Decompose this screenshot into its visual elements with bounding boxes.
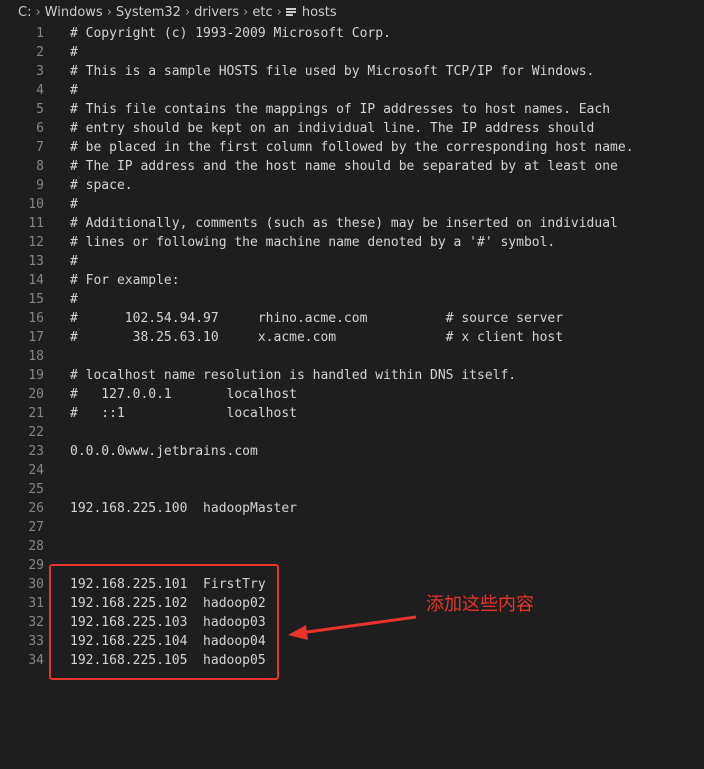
chevron-right-icon: ›	[243, 4, 249, 20]
code-line[interactable]: 16 # 102.54.94.97 rhino.acme.com # source…	[0, 309, 704, 328]
line-number: 22	[28, 425, 44, 440]
line-number: 12	[28, 235, 44, 250]
code-line[interactable]: 2 #	[0, 43, 704, 62]
code-line[interactable]: 10 #	[0, 195, 704, 214]
code-line[interactable]: 19 # localhost name resolution is handled…	[0, 366, 704, 385]
line-number: 11	[28, 216, 44, 231]
chevron-right-icon: ›	[184, 4, 191, 20]
line-number: 32	[28, 615, 44, 630]
code-line[interactable]: 9 # space.	[0, 176, 704, 195]
breadcrumb-windows[interactable]: Windows	[45, 5, 103, 20]
line-number: 7	[36, 140, 44, 155]
line-text[interactable]: # lines or following the machine name de…	[70, 233, 555, 252]
code-line[interactable]: 1 # Copyright (c) 1993-2009 Microsoft Cor…	[0, 24, 704, 43]
line-number: 6	[36, 121, 44, 136]
line-number: 28	[28, 539, 44, 554]
breadcrumb-drive[interactable]: C:	[18, 5, 31, 20]
highlight-box	[49, 564, 279, 680]
chevron-right-icon: ›	[276, 4, 282, 20]
breadcrumb: C: › Windows › System32 › drivers › etc …	[0, 0, 704, 24]
line-number: 15	[28, 292, 44, 307]
line-text[interactable]: # Additionally, comments (such as these)…	[70, 214, 618, 233]
code-line[interactable]: 22	[0, 423, 704, 442]
line-number: 19	[28, 368, 44, 383]
breadcrumb-drivers[interactable]: drivers	[194, 5, 239, 20]
line-number: 5	[36, 102, 44, 117]
code-line[interactable]: 12 # lines or following the machine name …	[0, 233, 704, 252]
code-line[interactable]: 7 # be placed in the first column followe…	[0, 138, 704, 157]
line-text[interactable]: #	[70, 43, 78, 62]
line-text[interactable]: # For example:	[70, 271, 180, 290]
code-line[interactable]: 27	[0, 518, 704, 537]
line-text[interactable]: # entry should be kept on an individual …	[70, 119, 594, 138]
code-line[interactable]: 5 # This file contains the mappings of IP…	[0, 100, 704, 119]
code-line[interactable]: 21 # ::1 localhost	[0, 404, 704, 423]
line-number: 27	[28, 520, 44, 535]
line-text[interactable]: # 102.54.94.97 rhino.acme.com # source s…	[70, 309, 563, 328]
line-number: 1	[36, 26, 44, 41]
line-text[interactable]: # 127.0.0.1 localhost	[70, 385, 297, 404]
code-line[interactable]: 4 #	[0, 81, 704, 100]
line-number: 4	[36, 83, 44, 98]
code-line[interactable]: 24	[0, 461, 704, 480]
code-line[interactable]: 3 # This is a sample HOSTS file used by M…	[0, 62, 704, 81]
line-number: 8	[36, 159, 44, 174]
line-text[interactable]: #	[70, 290, 78, 309]
code-line[interactable]: 18	[0, 347, 704, 366]
line-text[interactable]: # localhost name resolution is handled w…	[70, 366, 516, 385]
line-number: 18	[28, 349, 44, 364]
line-number: 30	[28, 577, 44, 592]
line-text[interactable]: # Copyright (c) 1993-2009 Microsoft Corp…	[70, 24, 391, 43]
breadcrumb-system32[interactable]: System32	[116, 5, 181, 20]
line-number: 14	[28, 273, 44, 288]
line-number: 23	[28, 444, 44, 459]
line-text[interactable]: # The IP address and the host name shoul…	[70, 157, 618, 176]
code-line[interactable]: 17 # 38.25.63.10 x.acme.com # x client ho…	[0, 328, 704, 347]
line-number: 20	[28, 387, 44, 402]
breadcrumb-etc[interactable]: etc	[252, 5, 272, 20]
chevron-right-icon: ›	[106, 4, 112, 20]
breadcrumb-file-hosts[interactable]: hosts	[302, 5, 337, 20]
line-number: 24	[28, 463, 44, 478]
line-number: 10	[28, 197, 44, 212]
code-line[interactable]: 11 # Additionally, comments (such as thes…	[0, 214, 704, 233]
list-lines-icon	[285, 7, 296, 17]
line-text[interactable]: # This file contains the mappings of IP …	[70, 100, 610, 119]
line-number: 21	[28, 406, 44, 421]
line-number: 2	[36, 45, 44, 60]
annotation-label: 添加这些内容	[426, 594, 534, 615]
code-line[interactable]: 26 192.168.225.100 hadoopMaster	[0, 499, 704, 518]
line-number: 33	[28, 634, 44, 649]
code-line[interactable]: 20 # 127.0.0.1 localhost	[0, 385, 704, 404]
line-text[interactable]: 192.168.225.100 hadoopMaster	[70, 499, 297, 518]
code-line[interactable]: 8 # The IP address and the host name shou…	[0, 157, 704, 176]
code-line[interactable]: 28	[0, 537, 704, 556]
line-text[interactable]: # space.	[70, 176, 133, 195]
code-line[interactable]: 23 0.0.0.0www.jetbrains.com	[0, 442, 704, 461]
line-number: 17	[28, 330, 44, 345]
line-number: 31	[28, 596, 44, 611]
line-text[interactable]: # ::1 localhost	[70, 404, 297, 423]
line-text[interactable]: # This is a sample HOSTS file used by Mi…	[70, 62, 594, 81]
line-text[interactable]: #	[70, 252, 78, 271]
code-line[interactable]: 25	[0, 480, 704, 499]
code-line[interactable]: 6 # entry should be kept on an individual…	[0, 119, 704, 138]
line-text[interactable]: #	[70, 81, 78, 100]
line-number: 9	[36, 178, 44, 193]
line-number: 3	[36, 64, 44, 79]
line-number: 25	[28, 482, 44, 497]
line-text[interactable]: 0.0.0.0www.jetbrains.com	[70, 442, 258, 461]
chevron-right-icon: ›	[35, 4, 41, 20]
line-number: 29	[28, 558, 44, 573]
line-text[interactable]: # be placed in the first column followed…	[70, 138, 634, 157]
line-text[interactable]: #	[70, 195, 78, 214]
code-line[interactable]: 13 #	[0, 252, 704, 271]
line-number: 26	[28, 501, 44, 516]
code-line[interactable]: 15 #	[0, 290, 704, 309]
line-number: 13	[28, 254, 44, 269]
line-number: 16	[28, 311, 44, 326]
code-line[interactable]: 14 # For example:	[0, 271, 704, 290]
line-number: 34	[28, 653, 44, 668]
line-text[interactable]: # 38.25.63.10 x.acme.com # x client host	[70, 328, 563, 347]
